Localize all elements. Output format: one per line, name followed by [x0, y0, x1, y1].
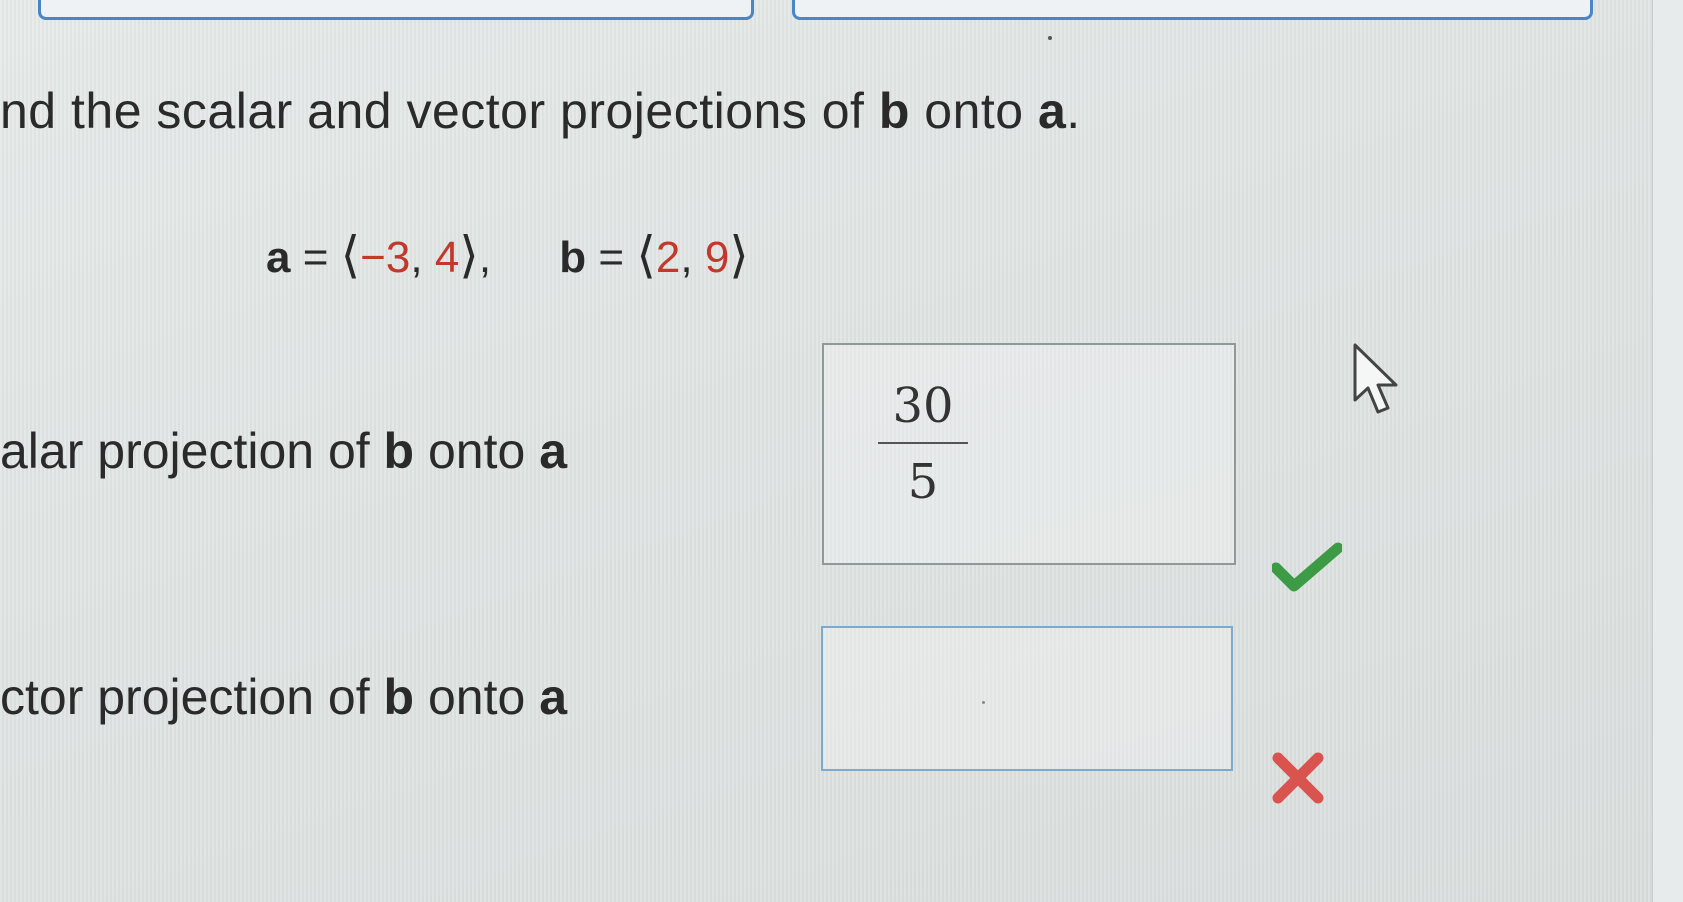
top-left-button[interactable]	[38, 0, 754, 20]
vector-b-x: 2	[655, 233, 681, 282]
top-right-button[interactable]	[792, 0, 1593, 20]
vector-definitions: a = ⟨−3, 4⟩, b = ⟨2, 9⟩	[266, 226, 749, 284]
fraction-bar	[878, 442, 968, 444]
vector-a-name: a	[266, 233, 291, 282]
cross-icon	[1272, 752, 1324, 804]
scalar-projection-label: alar projection of b onto a	[0, 423, 568, 479]
fraction-numerator: 30	[892, 378, 954, 434]
vector-answer-field[interactable]	[821, 626, 1233, 771]
field-cursor-dot	[982, 701, 985, 704]
fraction-denominator: 5	[907, 454, 939, 510]
mouse-pointer-icon	[1353, 343, 1398, 414]
vector-b-name: b	[559, 233, 587, 282]
vector-b-y: 9	[704, 233, 730, 282]
vector-a-x: −3	[360, 233, 411, 282]
scrollbar[interactable]	[1652, 0, 1683, 902]
question-text: nd the scalar and vector projections of …	[0, 83, 1081, 139]
vector-projection-label: ctor projection of b onto a	[0, 669, 567, 725]
artifact-dot	[1048, 36, 1052, 40]
scalar-answer-fraction: 30 5	[878, 378, 968, 510]
check-icon	[1272, 542, 1342, 592]
vector-a-y: 4	[434, 233, 460, 282]
